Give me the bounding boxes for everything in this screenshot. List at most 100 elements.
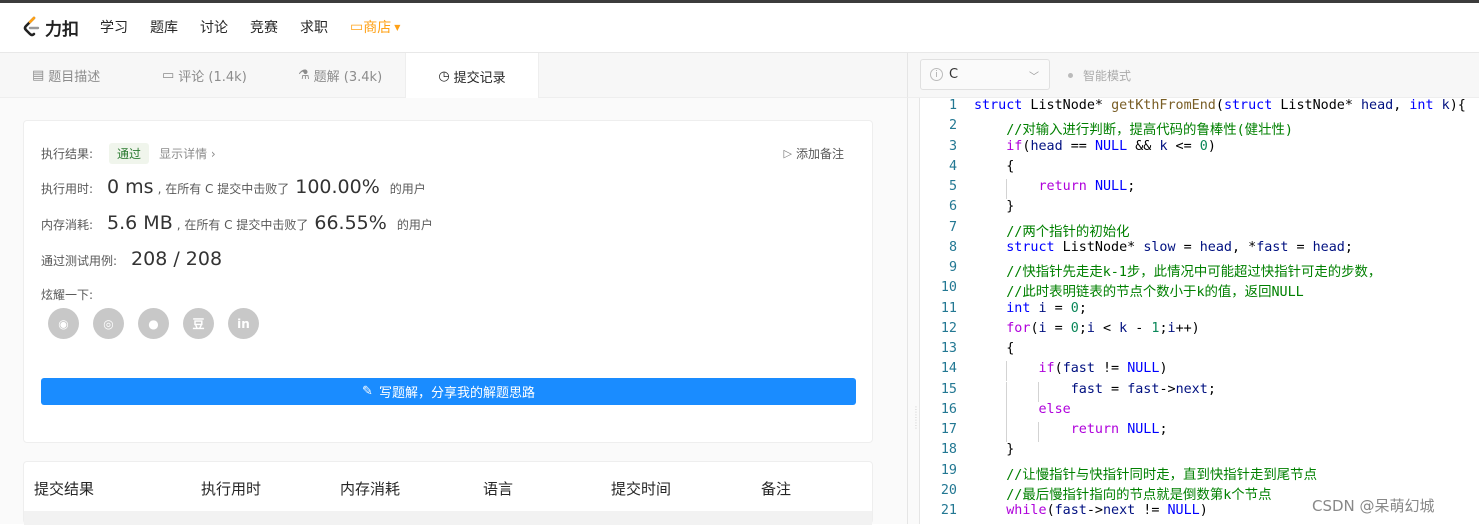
tab-label: 题目描述 — [48, 70, 101, 85]
flag-icon: ▷ — [783, 147, 792, 160]
code-line[interactable]: 7 //两个指针的初始化 — [920, 220, 1479, 240]
code-line[interactable]: 14 if(fast != NULL) — [920, 361, 1479, 382]
code-text: { — [974, 158, 1015, 174]
tab-label: 题解 (3.4k) — [313, 70, 383, 85]
dot-icon — [1068, 73, 1073, 78]
code-line[interactable]: 19 //让慢指针与快指针同时走，直到快指针走到尾节点 — [920, 463, 1479, 483]
code-text: //让慢指针与快指针同时走，直到快指针走到尾节点 — [1006, 467, 1317, 483]
col-header-runtime: 执行用时 — [201, 480, 262, 498]
share-buttons: ◉ ◎ ● 豆 in — [48, 308, 273, 339]
language-select[interactable]: i C ﹀ — [920, 59, 1050, 90]
clock-icon: ◷ — [438, 68, 450, 84]
pencil-icon: ✎ — [362, 384, 373, 399]
write-solution-button[interactable]: ✎ 写题解，分享我的解题思路 — [41, 378, 856, 405]
code-line[interactable]: 5 return NULL; — [920, 179, 1479, 199]
code-line[interactable]: 13 { — [920, 341, 1479, 361]
nav-problems[interactable]: 题库 — [150, 17, 178, 37]
memory-text: , 在所有 C 提交中击败了 — [176, 218, 309, 232]
memory-row: 内存消耗: 5.6 MB , 在所有 C 提交中击败了 66.55% 的用户 — [41, 212, 433, 234]
show-detail-link[interactable]: 显示详情 › — [159, 145, 216, 162]
code-line[interactable]: 2 //对输入进行判断，提高代码的鲁棒性(健壮性) — [920, 118, 1479, 138]
write-solution-label: 写题解，分享我的解题思路 — [378, 386, 535, 401]
line-number: 1 — [948, 98, 957, 113]
code-line[interactable]: 11 int i = 0; — [920, 301, 1479, 321]
douban-icon[interactable]: 豆 — [183, 308, 214, 339]
nav-jobs[interactable]: 求职 — [300, 17, 328, 37]
memory-label: 内存消耗: — [41, 218, 94, 232]
grip-icon: ⋮ ⋮ ⋮ — [912, 405, 920, 430]
col-header-result: 提交结果 — [34, 480, 95, 498]
leetcode-logo[interactable]: 力扣 — [22, 15, 79, 40]
col-header-language: 语言 — [483, 480, 514, 498]
nav-learn[interactable]: 学习 — [100, 17, 128, 37]
code-text: } — [974, 199, 1015, 215]
add-note-button[interactable]: ▷ 添加备注 — [784, 145, 844, 162]
linkedin-icon[interactable]: in — [228, 308, 259, 339]
code-text: //快指针先走走k-1步，此情况中可能超过快指针可走的步数， — [1006, 265, 1382, 280]
panel-resize-handle[interactable]: ⋮ ⋮ ⋮ — [907, 98, 920, 524]
problem-tabs: ▤ 题目描述 ▭ 评论 (1.4k) ⚗ 题解 (3.4k) ◷ 提交记录 — [0, 53, 907, 99]
col-header-note: 备注 — [761, 480, 792, 498]
code-line[interactable]: 17 return NULL; — [920, 422, 1479, 442]
line-number: 14 — [940, 361, 957, 377]
code-line[interactable]: 15 fast = fast->next; — [920, 381, 1479, 402]
line-number: 16 — [940, 401, 957, 417]
code-line[interactable]: 3 if(head == NULL && k <= 0) — [920, 139, 1479, 159]
logo-text: 力扣 — [45, 19, 79, 40]
top-navbar: 力扣 学习 题库 讨论 竞赛 求职 ▭ 商店 ▼ — [0, 0, 1479, 53]
code-line[interactable]: 8 struct ListNode* slow = head, *fast = … — [920, 240, 1479, 260]
wechat-icon[interactable]: ◉ — [48, 308, 79, 339]
weibo-icon[interactable]: ◎ — [93, 308, 124, 339]
tab-label: 提交记录 — [453, 70, 506, 86]
tab-description[interactable]: ▤ 题目描述 — [32, 53, 100, 98]
table-row[interactable] — [24, 511, 872, 525]
code-text: //对输入进行判断，提高代码的鲁棒性(健壮性) — [1006, 123, 1293, 139]
share-row: 炫耀一下: — [41, 286, 93, 303]
testcases-label: 通过测试用例: — [41, 254, 118, 268]
code-editor[interactable]: 1 struct ListNode* getKthFromEnd(struct L… — [920, 98, 1479, 524]
memory-suffix: 的用户 — [396, 218, 433, 232]
nav-contest[interactable]: 竞赛 — [250, 17, 278, 37]
language-value: C — [949, 67, 959, 82]
code-line[interactable]: 1 struct ListNode* getKthFromEnd(struct L… — [920, 98, 1479, 118]
info-icon: i — [930, 68, 943, 81]
line-number: 12 — [940, 320, 957, 336]
nav-discuss[interactable]: 讨论 — [200, 17, 228, 37]
runtime-value: 0 ms — [107, 176, 154, 198]
tab-solutions[interactable]: ⚗ 题解 (3.4k) — [298, 53, 382, 98]
code-line[interactable]: 6 } — [920, 199, 1479, 219]
code-line[interactable]: 9 //快指针先走走k-1步，此情况中可能超过快指针可走的步数， — [920, 260, 1479, 280]
code-line[interactable]: 10 //此时表明链表的节点个数小于k的值，返回NULL — [920, 280, 1479, 300]
smart-mode-toggle[interactable]: 智能模式 — [1068, 67, 1131, 84]
line-number: 10 — [940, 280, 957, 296]
smart-mode-label: 智能模式 — [1083, 69, 1132, 83]
line-number: 11 — [940, 300, 957, 316]
code-text: while(fast->next != NULL) — [1006, 503, 1208, 518]
store-label: 商店 — [363, 20, 392, 36]
memory-percent: 66.55% — [314, 212, 387, 234]
exec-result-label: 执行结果: — [41, 147, 94, 161]
tab-submissions[interactable]: ◷ 提交记录 — [405, 53, 539, 99]
line-number: 13 — [940, 341, 957, 356]
qq-icon[interactable]: ● — [138, 308, 169, 339]
code-line[interactable]: 18 } — [920, 442, 1479, 462]
line-number: 18 — [940, 442, 957, 458]
code-text: fast = fast->next; — [1070, 381, 1216, 397]
nav-store[interactable]: ▭ 商店 ▼ — [350, 17, 400, 37]
col-header-memory: 内存消耗 — [340, 480, 401, 498]
testcases-row: 通过测试用例: 208 / 208 — [41, 248, 222, 270]
status-badge: 通过 — [109, 143, 150, 164]
code-line[interactable]: 12 for(i = 0;i < k - 1;i++) — [920, 321, 1479, 341]
line-number: 8 — [948, 239, 957, 255]
code-text: struct ListNode* getKthFromEnd(struct Li… — [974, 98, 1466, 113]
submission-result-card: 执行结果: 通过 显示详情 › ▷ 添加备注 执行用时: 0 ms , 在所有 … — [23, 120, 873, 443]
code-text: if(head == NULL && k <= 0) — [1006, 138, 1216, 154]
tab-comments[interactable]: ▭ 评论 (1.4k) — [162, 53, 247, 98]
code-line[interactable]: 4 { — [920, 159, 1479, 179]
code-text: } — [974, 442, 1015, 458]
comment-icon: ▭ — [162, 68, 175, 83]
code-line[interactable]: 16 else — [920, 401, 1479, 422]
editor-toolbar: i C ﹀ 智能模式 — [907, 53, 1479, 98]
line-number: 20 — [940, 482, 957, 498]
chevron-down-icon: ﹀ — [1029, 72, 1039, 83]
